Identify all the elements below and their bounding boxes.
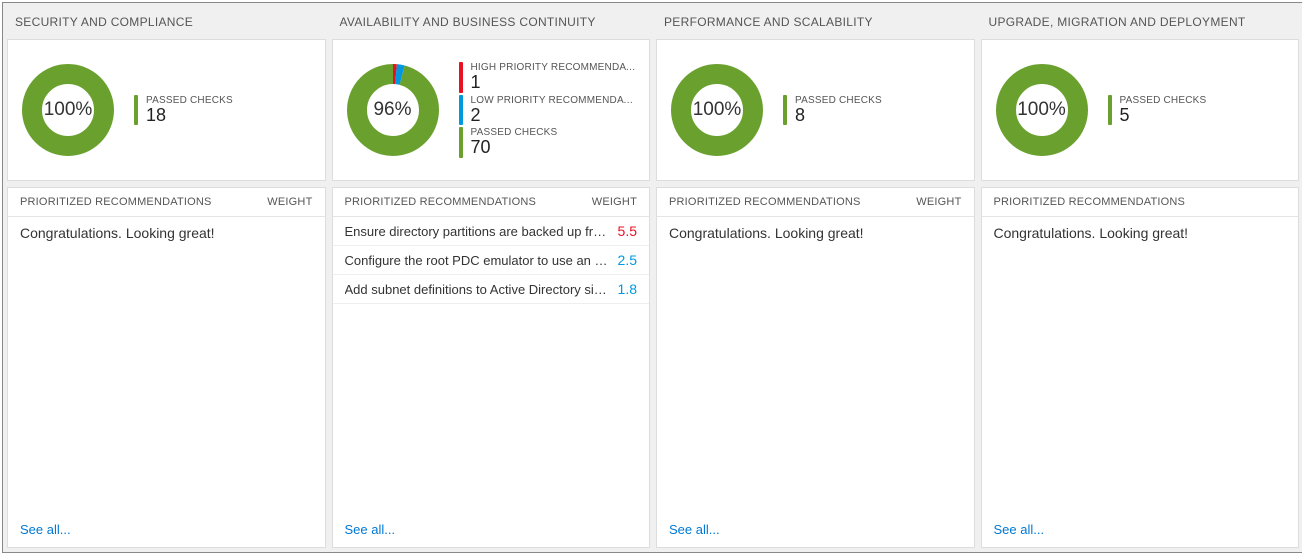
recommendations-header: PRIORITIZED RECOMMENDATIONS WEIGHT (657, 188, 974, 217)
recommendation-weight: 1.8 (618, 281, 637, 297)
recommendations-body: Congratulations. Looking great! (657, 217, 974, 512)
legend: HIGH PRIORITY RECOMMENDATI…1LOW PRIORITY… (459, 62, 638, 158)
donut-percent: 100% (669, 62, 765, 158)
legend-value: 1 (471, 73, 638, 93)
recommendation-row[interactable]: Ensure directory partitions are backed u… (333, 217, 650, 246)
congrats-message: Congratulations. Looking great! (982, 217, 1299, 249)
column-title: PERFORMANCE AND SCALABILITY (656, 7, 975, 39)
legend: PASSED CHECKS18 (134, 95, 313, 126)
legend-item: PASSED CHECKS8 (783, 95, 962, 126)
column: AVAILABILITY AND BUSINESS CONTINUITY96%H… (332, 7, 651, 548)
legend-color-bar (1108, 95, 1112, 126)
column: UPGRADE, MIGRATION AND DEPLOYMENT 100% PAS… (981, 7, 1300, 548)
recommendation-row[interactable]: Add subnet definitions to Active Directo… (333, 275, 650, 304)
donut-chart: 100% (669, 62, 765, 158)
legend-label: PASSED CHECKS (1120, 95, 1207, 106)
donut-chart: 100% (20, 62, 116, 158)
recommendation-text: Add subnet definitions to Active Directo… (345, 282, 610, 297)
legend-item: PASSED CHECKS5 (1108, 95, 1287, 126)
column: SECURITY AND COMPLIANCE 100% PASSED CHECKS… (7, 7, 326, 548)
recommendations-header-title: PRIORITIZED RECOMMENDATIONS (20, 196, 212, 208)
donut-percent: 100% (20, 62, 116, 158)
legend-color-bar (134, 95, 138, 126)
legend-color-bar (459, 62, 463, 93)
recommendation-text: Configure the root PDC emulator to use a… (345, 253, 610, 268)
recommendations-body: Ensure directory partitions are backed u… (333, 217, 650, 512)
recommendations-body: Congratulations. Looking great! (8, 217, 325, 512)
recommendations-header-weight: WEIGHT (916, 196, 961, 208)
donut-percent: 100% (994, 62, 1090, 158)
column: PERFORMANCE AND SCALABILITY 100% PASSED CH… (656, 7, 975, 548)
congrats-message: Congratulations. Looking great! (657, 217, 974, 249)
dashboard: SECURITY AND COMPLIANCE 100% PASSED CHECKS… (2, 2, 1302, 553)
see-all-link[interactable]: See all... (333, 512, 650, 547)
recommendations-header: PRIORITIZED RECOMMENDATIONS WEIGHT (8, 188, 325, 217)
see-all-link[interactable]: See all... (8, 512, 325, 547)
chart-card[interactable]: 100% PASSED CHECKS18 (7, 39, 326, 181)
column-title: SECURITY AND COMPLIANCE (7, 7, 326, 39)
donut-chart: 100% (994, 62, 1090, 158)
recommendations-card: PRIORITIZED RECOMMENDATIONS WEIGHT Ensure … (332, 187, 651, 548)
legend-value: 8 (795, 106, 882, 126)
legend-item: PASSED CHECKS18 (134, 95, 313, 126)
recommendations-header: PRIORITIZED RECOMMENDATIONS WEIGHT (333, 188, 650, 217)
chart-card[interactable]: 100% PASSED CHECKS5 (981, 39, 1300, 181)
legend-item: HIGH PRIORITY RECOMMENDATI…1 (459, 62, 638, 93)
legend-value: 2 (471, 106, 638, 126)
legend-color-bar (459, 127, 463, 158)
recommendation-weight: 2.5 (618, 252, 637, 268)
donut-percent: 96% (345, 62, 441, 158)
legend-label: PASSED CHECKS (146, 95, 233, 106)
chart-card[interactable]: 100% PASSED CHECKS8 (656, 39, 975, 181)
recommendations-card: PRIORITIZED RECOMMENDATIONS WEIGHT Congrat… (656, 187, 975, 548)
see-all-link[interactable]: See all... (982, 512, 1299, 547)
legend: PASSED CHECKS5 (1108, 95, 1287, 126)
recommendations-card: PRIORITIZED RECOMMENDATIONS Congratulatio… (981, 187, 1300, 548)
recommendations-header-title: PRIORITIZED RECOMMENDATIONS (994, 196, 1186, 208)
legend-item: PASSED CHECKS70 (459, 127, 638, 158)
legend-color-bar (783, 95, 787, 126)
recommendation-row[interactable]: Configure the root PDC emulator to use a… (333, 246, 650, 275)
recommendations-card: PRIORITIZED RECOMMENDATIONS WEIGHT Congrat… (7, 187, 326, 548)
recommendations-header-weight: WEIGHT (592, 196, 637, 208)
legend-item: LOW PRIORITY RECOMMENDATIO…2 (459, 95, 638, 126)
chart-card[interactable]: 96%HIGH PRIORITY RECOMMENDATI…1LOW PRIOR… (332, 39, 651, 181)
legend-label: HIGH PRIORITY RECOMMENDATI… (471, 62, 638, 73)
column-title: AVAILABILITY AND BUSINESS CONTINUITY (332, 7, 651, 39)
legend-value: 5 (1120, 106, 1207, 126)
column-title: UPGRADE, MIGRATION AND DEPLOYMENT (981, 7, 1300, 39)
recommendations-header-title: PRIORITIZED RECOMMENDATIONS (345, 196, 537, 208)
recommendations-body: Congratulations. Looking great! (982, 217, 1299, 512)
recommendation-weight: 5.5 (618, 223, 637, 239)
congrats-message: Congratulations. Looking great! (8, 217, 325, 249)
donut-chart: 96% (345, 62, 441, 158)
recommendations-header-title: PRIORITIZED RECOMMENDATIONS (669, 196, 861, 208)
legend-value: 70 (471, 138, 558, 158)
recommendations-header: PRIORITIZED RECOMMENDATIONS (982, 188, 1299, 217)
legend-label: LOW PRIORITY RECOMMENDATIO… (471, 95, 638, 106)
legend-color-bar (459, 95, 463, 126)
recommendations-header-weight: WEIGHT (267, 196, 312, 208)
recommendation-text: Ensure directory partitions are backed u… (345, 224, 610, 239)
legend: PASSED CHECKS8 (783, 95, 962, 126)
legend-value: 18 (146, 106, 233, 126)
legend-label: PASSED CHECKS (795, 95, 882, 106)
see-all-link[interactable]: See all... (657, 512, 974, 547)
